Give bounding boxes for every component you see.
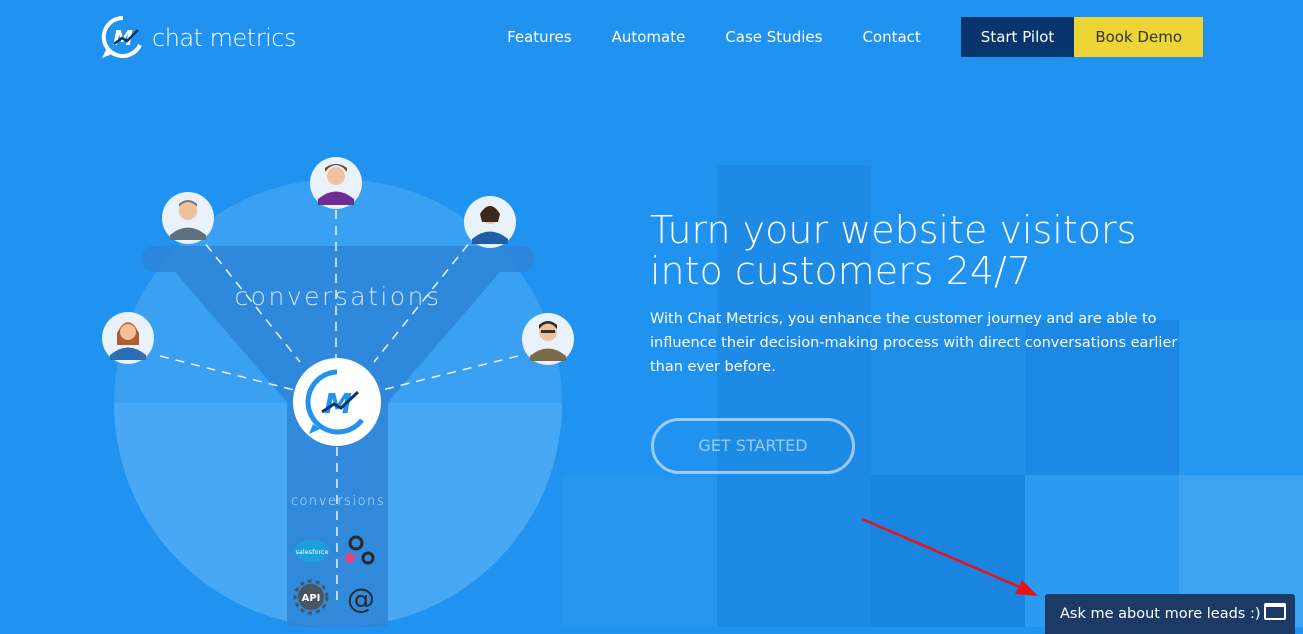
conversions-label: conversions bbox=[290, 494, 386, 509]
avatar-icon bbox=[102, 312, 154, 364]
avatar-icon bbox=[522, 313, 574, 365]
avatar-icon bbox=[310, 157, 362, 209]
bg-tile bbox=[871, 475, 1025, 627]
chat-window-icon[interactable] bbox=[1264, 603, 1286, 620]
chat-widget[interactable]: Ask me about more leads :) bbox=[1045, 594, 1295, 634]
svg-text:salesforce: salesforce bbox=[296, 548, 329, 556]
salesforce-icon: salesforce bbox=[295, 540, 329, 562]
nav-case-studies[interactable]: Case Studies bbox=[725, 17, 822, 57]
start-pilot-button[interactable]: Start Pilot bbox=[960, 17, 1075, 57]
conversations-label: conversations bbox=[234, 282, 442, 311]
book-demo-button[interactable]: Book Demo bbox=[1074, 17, 1203, 57]
api-label: API bbox=[302, 593, 321, 604]
funnel-illustration: M salesforce API @ bbox=[102, 157, 574, 627]
get-started-button[interactable]: GET STARTED bbox=[651, 418, 855, 474]
hero-description: With Chat Metrics, you enhance the custo… bbox=[650, 311, 1178, 375]
avatar-icon bbox=[464, 196, 516, 248]
hero-title-line-1: Turn your website visitors bbox=[650, 208, 1137, 252]
hero-title-line-2: into customers 24/7 bbox=[650, 249, 1032, 293]
nav-contact[interactable]: Contact bbox=[862, 17, 920, 57]
avatar-icon bbox=[162, 192, 214, 244]
chat-widget-label: Ask me about more leads :) bbox=[1060, 606, 1261, 622]
hero-title: Turn your website visitors into customer… bbox=[650, 210, 1210, 292]
email-at-icon: @ bbox=[347, 582, 375, 615]
